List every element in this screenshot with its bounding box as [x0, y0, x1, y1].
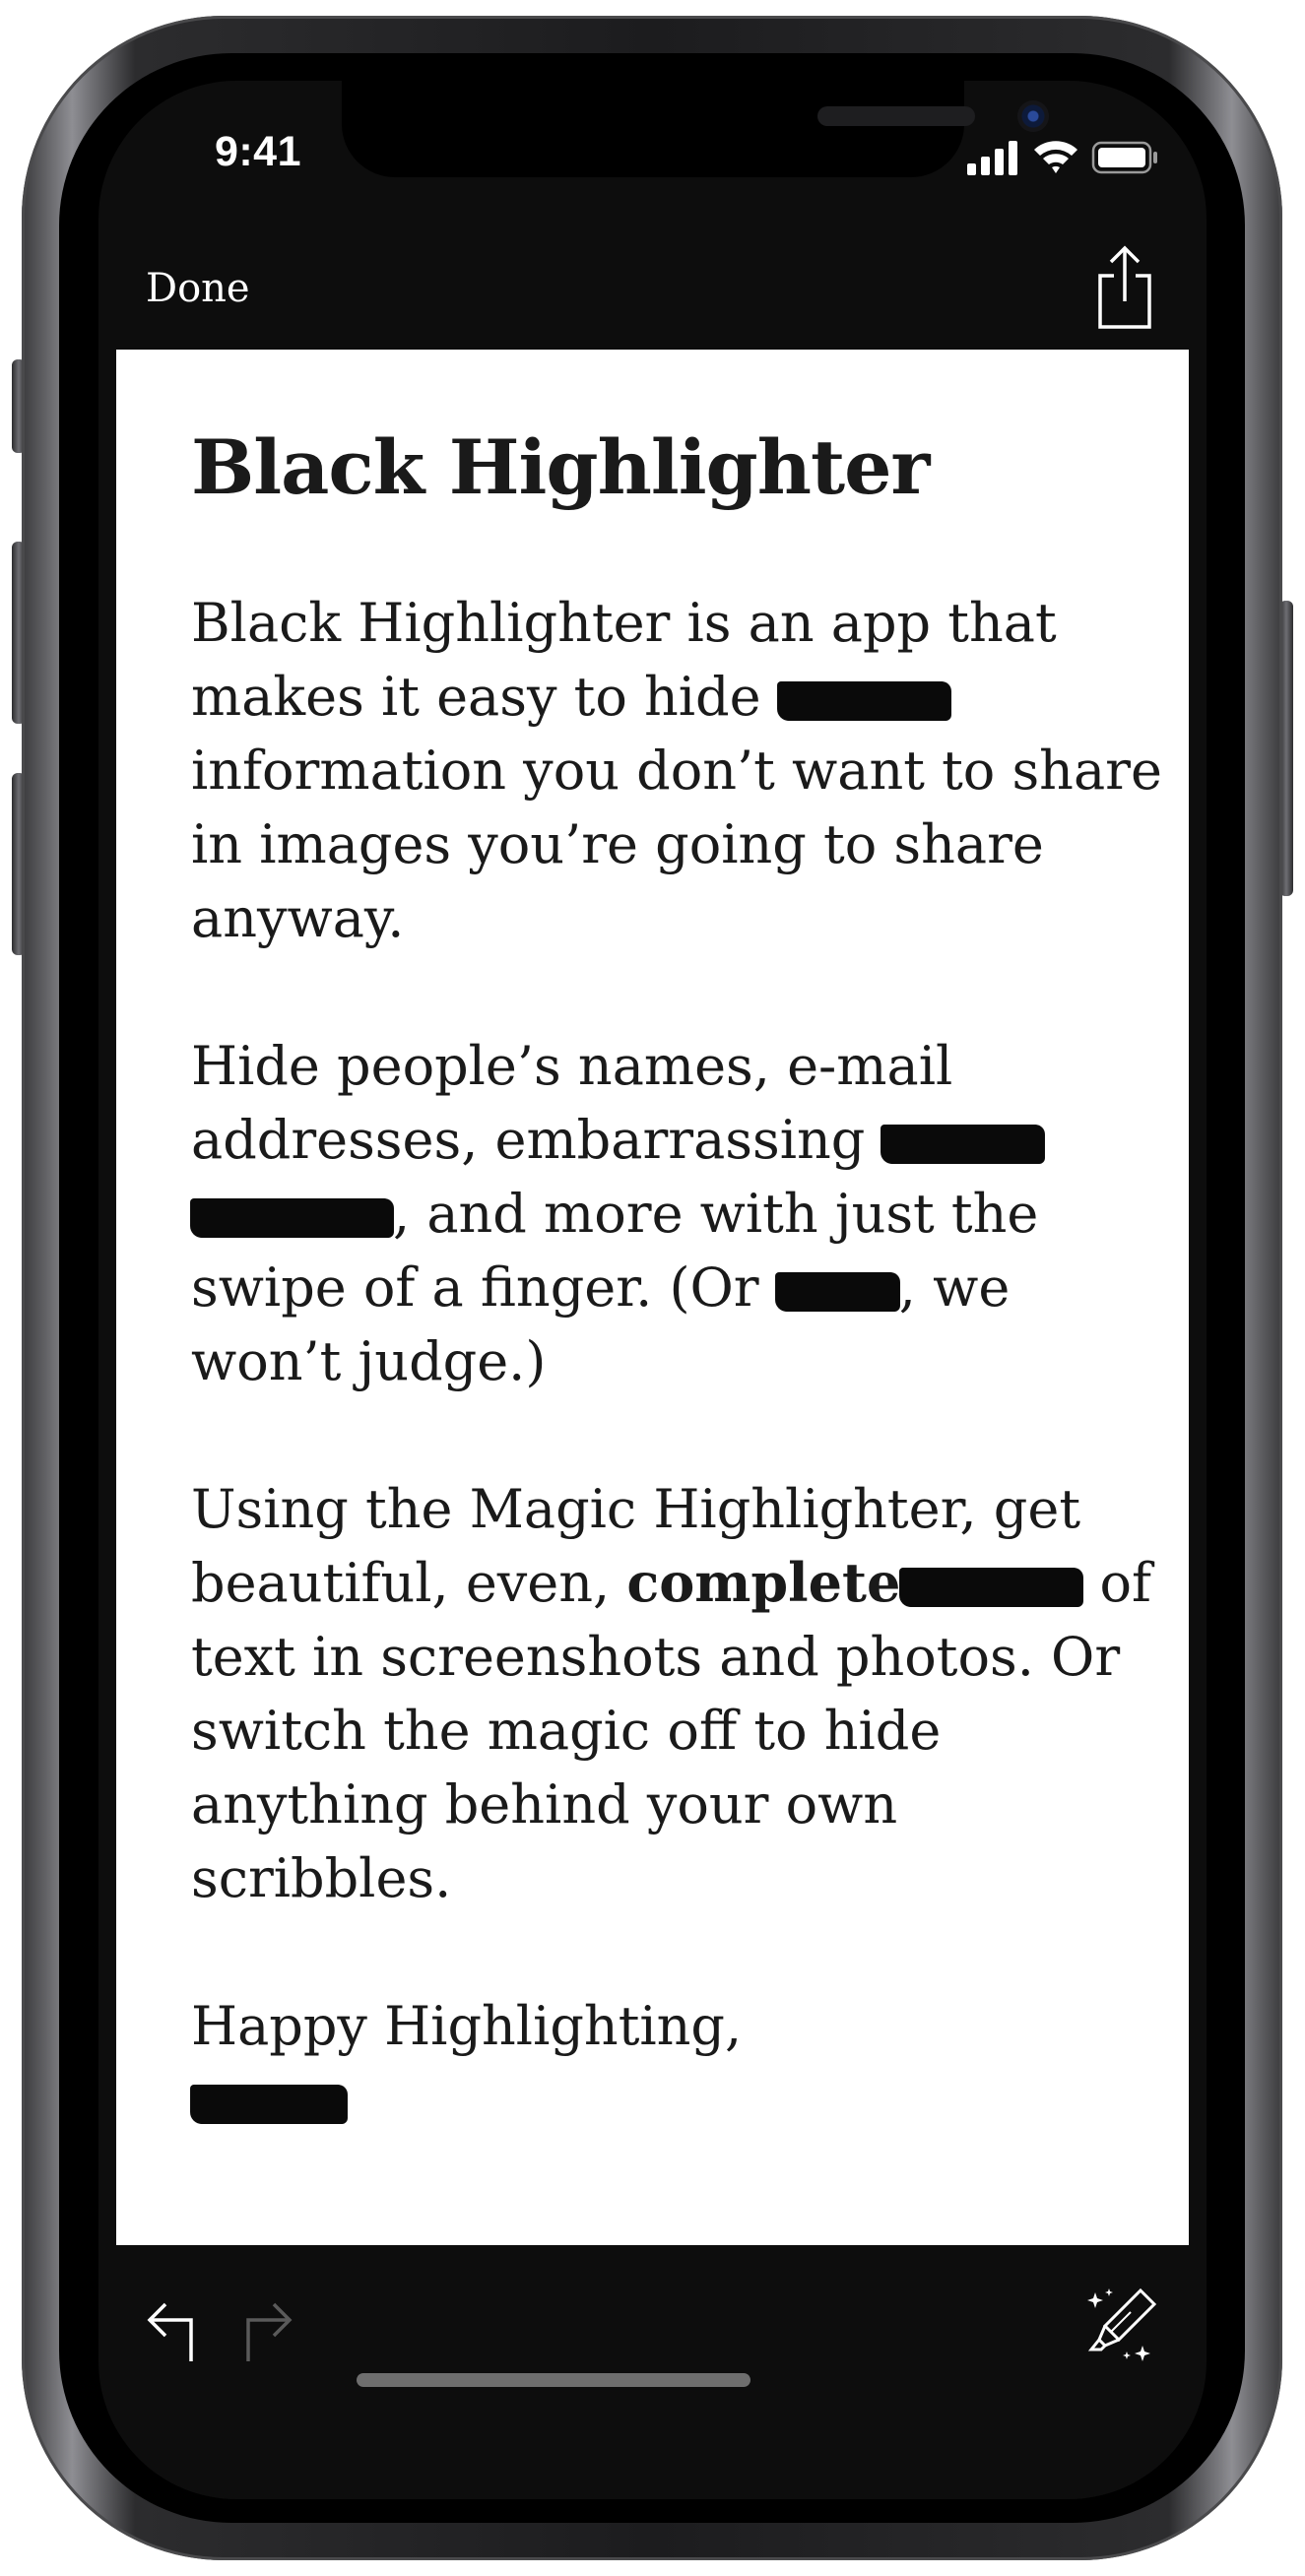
done-button[interactable]: Done — [146, 266, 250, 311]
magic-highlighter-icon — [1087, 2287, 1157, 2361]
notch — [342, 81, 1049, 177]
paragraph-text: Hide people’s names, e-mail addresses, e… — [191, 1035, 953, 1171]
redaction-mark — [191, 2085, 347, 2124]
front-camera — [1017, 100, 1049, 132]
paragraph-text: Happy Highlighting, — [191, 1995, 743, 2057]
document-title: Black Highlighter — [191, 423, 930, 511]
paragraph-features: Hide people’s names, e-mail addresses, e… — [191, 1029, 1166, 1398]
screen: 9:41 Done Black Highlighter Black Highli… — [98, 81, 1207, 2499]
bottom-toolbar — [98, 2245, 1207, 2499]
share-icon — [1098, 245, 1151, 329]
bold-text: complete — [626, 1551, 901, 1614]
paragraph-intro: Black Highlighter is an app that makes i… — [191, 586, 1166, 955]
undo-button[interactable] — [144, 2292, 199, 2363]
battery-icon — [1091, 141, 1157, 174]
cellular-signal-icon — [967, 141, 1017, 175]
redaction-mark — [191, 1198, 393, 1238]
home-indicator[interactable] — [357, 2373, 750, 2387]
redaction-mark — [881, 1125, 1045, 1164]
wifi-icon — [1034, 141, 1077, 173]
undo-arrow-icon — [147, 2302, 193, 2361]
nav-bar: Done — [98, 228, 1207, 350]
document-body: Black Highlighter is an app that makes i… — [191, 586, 1166, 2137]
document-page[interactable]: Black Highlighter Black Highlighter is a… — [116, 350, 1189, 2245]
earpiece-speaker — [817, 106, 975, 126]
share-button[interactable] — [1090, 244, 1159, 331]
status-time: 9:41 — [214, 128, 302, 175]
redo-arrow-icon — [246, 2302, 293, 2361]
redaction-mark — [777, 681, 950, 721]
status-icons — [965, 138, 1162, 177]
redaction-mark — [775, 1272, 899, 1312]
redaction-mark — [900, 1568, 1083, 1607]
paragraph-magic: Using the Magic Highlighter, get beautif… — [191, 1472, 1166, 1915]
paragraph-text: information you don’t want to share in i… — [191, 740, 1162, 949]
paragraph-signoff: Happy Highlighting, — [191, 1989, 1166, 2137]
magic-highlighter-button[interactable] — [1081, 2285, 1160, 2363]
device-mockup: 9:41 Done Black Highlighter Black Highli… — [0, 0, 1305, 2576]
redo-button[interactable] — [240, 2292, 295, 2363]
